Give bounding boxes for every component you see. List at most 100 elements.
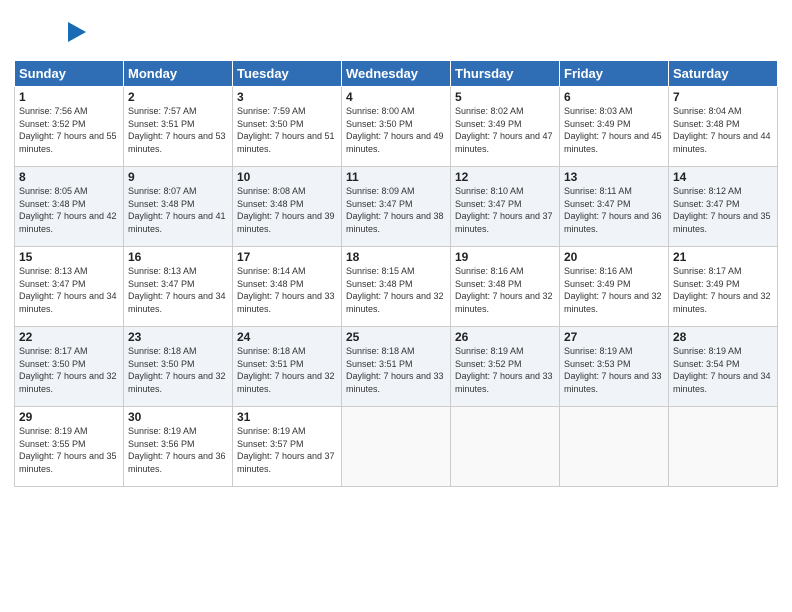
day-number: 6	[564, 90, 664, 104]
weekday-header-thursday: Thursday	[451, 61, 560, 87]
cell-info: Sunrise: 8:19 AMSunset: 3:52 PMDaylight:…	[455, 346, 553, 394]
calendar-cell: 21Sunrise: 8:17 AMSunset: 3:49 PMDayligh…	[669, 247, 778, 327]
cell-info: Sunrise: 8:17 AMSunset: 3:49 PMDaylight:…	[673, 266, 771, 314]
calendar-cell: 16 Sunrise: 8:13 AMSunset: 3:47 PMDayligh…	[124, 247, 233, 327]
calendar-cell: 17 Sunrise: 8:14 AMSunset: 3:48 PMDayligh…	[233, 247, 342, 327]
day-number: 5	[455, 90, 555, 104]
day-number: 30	[128, 410, 228, 424]
calendar-cell: 9Sunrise: 8:07 AMSunset: 3:48 PMDaylight…	[124, 167, 233, 247]
cell-info: Sunrise: 8:19 AMSunset: 3:54 PMDaylight:…	[673, 346, 771, 394]
calendar-cell: 31Sunrise: 8:19 AMSunset: 3:57 PMDayligh…	[233, 407, 342, 487]
cell-info: Sunrise: 7:57 AMSunset: 3:51 PMDaylight:…	[128, 106, 226, 154]
cell-info: Sunrise: 8:17 AMSunset: 3:50 PMDaylight:…	[19, 346, 117, 394]
calendar-cell: 10 Sunrise: 8:08 AMSunset: 3:48 PMDayligh…	[233, 167, 342, 247]
cell-info: Sunrise: 8:07 AMSunset: 3:48 PMDaylight:…	[128, 186, 226, 234]
calendar-cell: 11 Sunrise: 8:09 AMSunset: 3:47 PMDayligh…	[342, 167, 451, 247]
calendar-cell: 7Sunrise: 8:04 AMSunset: 3:48 PMDaylight…	[669, 87, 778, 167]
logo	[14, 10, 86, 54]
day-number: 8	[19, 170, 119, 184]
weekday-header-monday: Monday	[124, 61, 233, 87]
calendar-cell: 3 Sunrise: 7:59 AMSunset: 3:50 PMDaylight…	[233, 87, 342, 167]
cell-info: Sunrise: 8:12 AMSunset: 3:47 PMDaylight:…	[673, 186, 771, 234]
cell-info: Sunrise: 8:13 AMSunset: 3:47 PMDaylight:…	[19, 266, 117, 314]
day-number: 4	[346, 90, 446, 104]
calendar-cell: 25 Sunrise: 8:18 AMSunset: 3:51 PMDayligh…	[342, 327, 451, 407]
weekday-header-sunday: Sunday	[15, 61, 124, 87]
cell-info: Sunrise: 8:16 AMSunset: 3:48 PMDaylight:…	[455, 266, 553, 314]
day-number: 2	[128, 90, 228, 104]
calendar-cell: 29 Sunrise: 8:19 AMSunset: 3:55 PMDayligh…	[15, 407, 124, 487]
calendar-cell	[342, 407, 451, 487]
day-number: 18	[346, 250, 446, 264]
day-number: 3	[237, 90, 337, 104]
cell-info: Sunrise: 8:08 AMSunset: 3:48 PMDaylight:…	[237, 186, 335, 234]
day-number: 15	[19, 250, 119, 264]
day-number: 31	[237, 410, 337, 424]
weekday-header-friday: Friday	[560, 61, 669, 87]
weekday-header-wednesday: Wednesday	[342, 61, 451, 87]
calendar-cell	[669, 407, 778, 487]
cell-info: Sunrise: 8:19 AMSunset: 3:53 PMDaylight:…	[564, 346, 662, 394]
calendar-week-2: 8 Sunrise: 8:05 AMSunset: 3:48 PMDaylight…	[15, 167, 778, 247]
day-number: 1	[19, 90, 119, 104]
day-number: 29	[19, 410, 119, 424]
day-number: 10	[237, 170, 337, 184]
calendar-cell: 15 Sunrise: 8:13 AMSunset: 3:47 PMDayligh…	[15, 247, 124, 327]
cell-info: Sunrise: 8:00 AMSunset: 3:50 PMDaylight:…	[346, 106, 444, 154]
day-number: 26	[455, 330, 555, 344]
calendar-week-3: 15 Sunrise: 8:13 AMSunset: 3:47 PMDayligh…	[15, 247, 778, 327]
day-number: 11	[346, 170, 446, 184]
day-number: 28	[673, 330, 773, 344]
cell-info: Sunrise: 8:18 AMSunset: 3:50 PMDaylight:…	[128, 346, 226, 394]
calendar-cell: 22 Sunrise: 8:17 AMSunset: 3:50 PMDayligh…	[15, 327, 124, 407]
cell-info: Sunrise: 8:14 AMSunset: 3:48 PMDaylight:…	[237, 266, 335, 314]
cell-info: Sunrise: 8:09 AMSunset: 3:47 PMDaylight:…	[346, 186, 444, 234]
day-number: 25	[346, 330, 446, 344]
calendar-cell: 13Sunrise: 8:11 AMSunset: 3:47 PMDayligh…	[560, 167, 669, 247]
day-number: 14	[673, 170, 773, 184]
cell-info: Sunrise: 8:18 AMSunset: 3:51 PMDaylight:…	[237, 346, 335, 394]
weekday-header-saturday: Saturday	[669, 61, 778, 87]
day-number: 16	[128, 250, 228, 264]
cell-info: Sunrise: 8:10 AMSunset: 3:47 PMDaylight:…	[455, 186, 553, 234]
calendar-cell: 27 Sunrise: 8:19 AMSunset: 3:53 PMDayligh…	[560, 327, 669, 407]
calendar-cell: 23Sunrise: 8:18 AMSunset: 3:50 PMDayligh…	[124, 327, 233, 407]
calendar-cell: 20Sunrise: 8:16 AMSunset: 3:49 PMDayligh…	[560, 247, 669, 327]
cell-info: Sunrise: 7:59 AMSunset: 3:50 PMDaylight:…	[237, 106, 335, 154]
weekday-header-tuesday: Tuesday	[233, 61, 342, 87]
cell-info: Sunrise: 8:19 AMSunset: 3:55 PMDaylight:…	[19, 426, 117, 474]
day-number: 27	[564, 330, 664, 344]
calendar-cell: 12 Sunrise: 8:10 AMSunset: 3:47 PMDayligh…	[451, 167, 560, 247]
day-number: 19	[455, 250, 555, 264]
calendar-header-row: SundayMondayTuesdayWednesdayThursdayFrid…	[15, 61, 778, 87]
day-number: 12	[455, 170, 555, 184]
calendar-week-5: 29 Sunrise: 8:19 AMSunset: 3:55 PMDayligh…	[15, 407, 778, 487]
cell-info: Sunrise: 8:19 AMSunset: 3:56 PMDaylight:…	[128, 426, 226, 474]
calendar-cell: 5 Sunrise: 8:02 AMSunset: 3:49 PMDaylight…	[451, 87, 560, 167]
cell-info: Sunrise: 8:04 AMSunset: 3:48 PMDaylight:…	[673, 106, 771, 154]
day-number: 22	[19, 330, 119, 344]
day-number: 13	[564, 170, 664, 184]
calendar-cell: 2 Sunrise: 7:57 AMSunset: 3:51 PMDaylight…	[124, 87, 233, 167]
cell-info: Sunrise: 8:16 AMSunset: 3:49 PMDaylight:…	[564, 266, 662, 314]
cell-info: Sunrise: 8:02 AMSunset: 3:49 PMDaylight:…	[455, 106, 553, 154]
cell-info: Sunrise: 8:05 AMSunset: 3:48 PMDaylight:…	[19, 186, 117, 234]
page: SundayMondayTuesdayWednesdayThursdayFrid…	[0, 0, 792, 612]
calendar-cell: 4 Sunrise: 8:00 AMSunset: 3:50 PMDaylight…	[342, 87, 451, 167]
day-number: 17	[237, 250, 337, 264]
calendar-cell: 14 Sunrise: 8:12 AMSunset: 3:47 PMDayligh…	[669, 167, 778, 247]
calendar-cell: 8 Sunrise: 8:05 AMSunset: 3:48 PMDaylight…	[15, 167, 124, 247]
calendar-cell: 30 Sunrise: 8:19 AMSunset: 3:56 PMDayligh…	[124, 407, 233, 487]
calendar-cell	[451, 407, 560, 487]
day-number: 24	[237, 330, 337, 344]
calendar-cell: 19 Sunrise: 8:16 AMSunset: 3:48 PMDayligh…	[451, 247, 560, 327]
cell-info: Sunrise: 8:18 AMSunset: 3:51 PMDaylight:…	[346, 346, 444, 394]
calendar-cell	[560, 407, 669, 487]
logo-arrow-icon	[68, 20, 88, 44]
cell-info: Sunrise: 8:13 AMSunset: 3:47 PMDaylight:…	[128, 266, 226, 314]
calendar-cell: 6Sunrise: 8:03 AMSunset: 3:49 PMDaylight…	[560, 87, 669, 167]
cell-info: Sunrise: 8:15 AMSunset: 3:48 PMDaylight:…	[346, 266, 444, 314]
header	[14, 10, 778, 54]
calendar-cell: 18 Sunrise: 8:15 AMSunset: 3:48 PMDayligh…	[342, 247, 451, 327]
cell-info: Sunrise: 7:56 AMSunset: 3:52 PMDaylight:…	[19, 106, 117, 154]
